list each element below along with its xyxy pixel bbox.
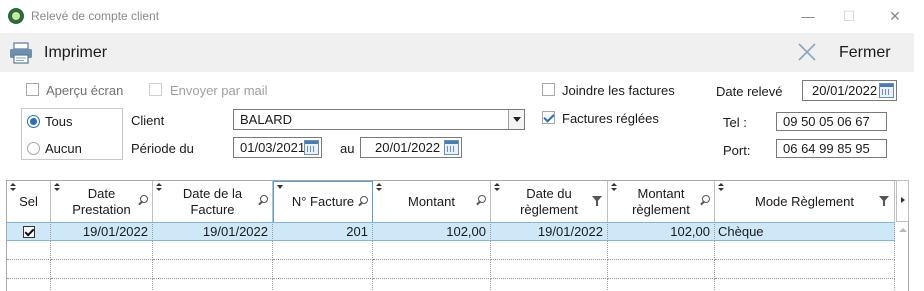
date-releve-value: 20/01/2022 [812, 83, 878, 98]
reglees-label: Factures réglées [562, 111, 659, 126]
port-field[interactable]: 06 64 99 85 95 [776, 139, 887, 158]
client-value: BALARD [240, 112, 293, 127]
cell-date-reglement[interactable]: 19/01/2022 [491, 222, 608, 241]
apercu-checkbox[interactable] [26, 83, 39, 96]
sort-icon[interactable] [718, 183, 724, 192]
date-releve-field[interactable]: 20/01/2022 [802, 80, 897, 101]
tous-radio[interactable] [27, 115, 40, 128]
print-button[interactable]: Imprimer [44, 44, 107, 62]
mail-label: Envoyer par mail [170, 83, 268, 98]
search-icon[interactable] [258, 195, 268, 205]
table-header: Sel Date Prestation Date de la Facture N… [7, 181, 895, 223]
tel-label: Tel : [723, 115, 747, 130]
joindre-label: Joindre les factures [562, 83, 675, 98]
cell-montant-reglement[interactable]: 102,00 [608, 222, 715, 241]
invoice-table: Sel Date Prestation Date de la Facture N… [6, 180, 909, 291]
table-row[interactable]: 19/01/2022 19/01/2022 201 102,00 19/01/2… [7, 222, 895, 241]
selection-radio-group: Tous Aucun [21, 108, 123, 160]
col-date-reglement[interactable]: Date du règlement [491, 181, 608, 223]
cell-mode[interactable]: Chèque [715, 222, 895, 241]
sort-desc-icon[interactable] [277, 185, 283, 189]
col-date-facture[interactable]: Date de la Facture [153, 181, 273, 223]
title-bar: Relevé de compte client — ☐ ✕ [0, 0, 924, 33]
client-label: Client [131, 113, 165, 128]
col-mode-reglement[interactable]: Mode Règlement [715, 181, 895, 223]
close-x-icon[interactable] [796, 41, 818, 63]
periode-label: Période du [131, 141, 194, 156]
search-icon[interactable] [358, 196, 368, 206]
maximize-icon: ☐ [842, 8, 856, 24]
cell-date-facture[interactable]: 19/01/2022 [153, 222, 273, 241]
sort-icon[interactable] [10, 183, 16, 192]
calendar-icon[interactable] [444, 140, 459, 155]
calendar-icon[interactable] [879, 83, 894, 98]
cell-date-prestation[interactable]: 19/01/2022 [51, 222, 153, 241]
minimize-icon[interactable]: — [797, 6, 819, 26]
joindre-checkbox[interactable] [542, 83, 555, 96]
periode-to-field[interactable]: 20/01/2022 [360, 137, 462, 158]
printer-icon[interactable] [9, 42, 33, 64]
col-sel[interactable]: Sel [7, 181, 51, 223]
aucun-radio[interactable] [27, 142, 40, 155]
sort-icon[interactable] [611, 183, 617, 192]
periode-from-field[interactable]: 01/03/2021 [233, 137, 322, 158]
cell-numero[interactable]: 201 [273, 222, 373, 241]
search-icon[interactable] [476, 195, 486, 205]
window: Relevé de compte client — ☐ ✕ Imprimer F… [0, 0, 924, 291]
col-date-prestation[interactable]: Date Prestation [51, 181, 153, 223]
col-numero-facture[interactable]: N° Facture [273, 181, 373, 223]
mail-checkbox [149, 83, 162, 96]
fermer-button[interactable]: Fermer [839, 44, 891, 62]
tous-label: Tous [45, 114, 73, 129]
date-releve-label: Date relevé [716, 84, 783, 99]
close-window-icon[interactable]: ✕ [884, 6, 906, 26]
client-select[interactable]: BALARD [233, 109, 525, 130]
sort-icon[interactable] [376, 183, 382, 192]
port-value: 06 64 99 85 95 [783, 141, 870, 156]
reglees-checkbox[interactable] [542, 111, 555, 124]
chevron-down-icon[interactable] [508, 110, 524, 129]
table-row-empty [7, 279, 895, 291]
cell-sel[interactable] [7, 222, 51, 241]
search-icon[interactable] [138, 195, 148, 205]
table-row-empty [7, 260, 895, 279]
cell-montant[interactable]: 102,00 [373, 222, 491, 241]
app-logo-icon [8, 8, 24, 24]
calendar-icon[interactable] [304, 140, 319, 155]
aucun-label: Aucun [45, 141, 82, 156]
sort-icon[interactable] [54, 183, 60, 192]
apercu-label: Aperçu écran [46, 83, 124, 98]
au-label: au [340, 141, 355, 156]
port-label: Port: [723, 143, 751, 158]
tel-value: 09 50 05 06 67 [783, 114, 870, 129]
sort-icon[interactable] [156, 183, 162, 192]
filter-icon[interactable] [592, 196, 602, 206]
table-row-empty [7, 241, 895, 260]
col-montant[interactable]: Montant [373, 181, 491, 223]
search-icon[interactable] [700, 195, 710, 205]
row-checkbox[interactable] [22, 226, 35, 238]
toolbar: Imprimer Fermer [0, 33, 914, 72]
periode-to-value: 20/01/2022 [375, 140, 441, 155]
col-montant-reglement[interactable]: Montant règlement [608, 181, 715, 223]
sort-icon[interactable] [494, 183, 500, 192]
scroll-right-icon[interactable] [896, 180, 909, 222]
filter-icon[interactable] [879, 196, 889, 206]
tel-field[interactable]: 09 50 05 06 67 [776, 112, 887, 131]
periode-from-value: 01/03/2021 [240, 140, 306, 155]
scroll-up-icon[interactable] [898, 226, 908, 234]
window-title: Relevé de compte client [31, 9, 160, 23]
